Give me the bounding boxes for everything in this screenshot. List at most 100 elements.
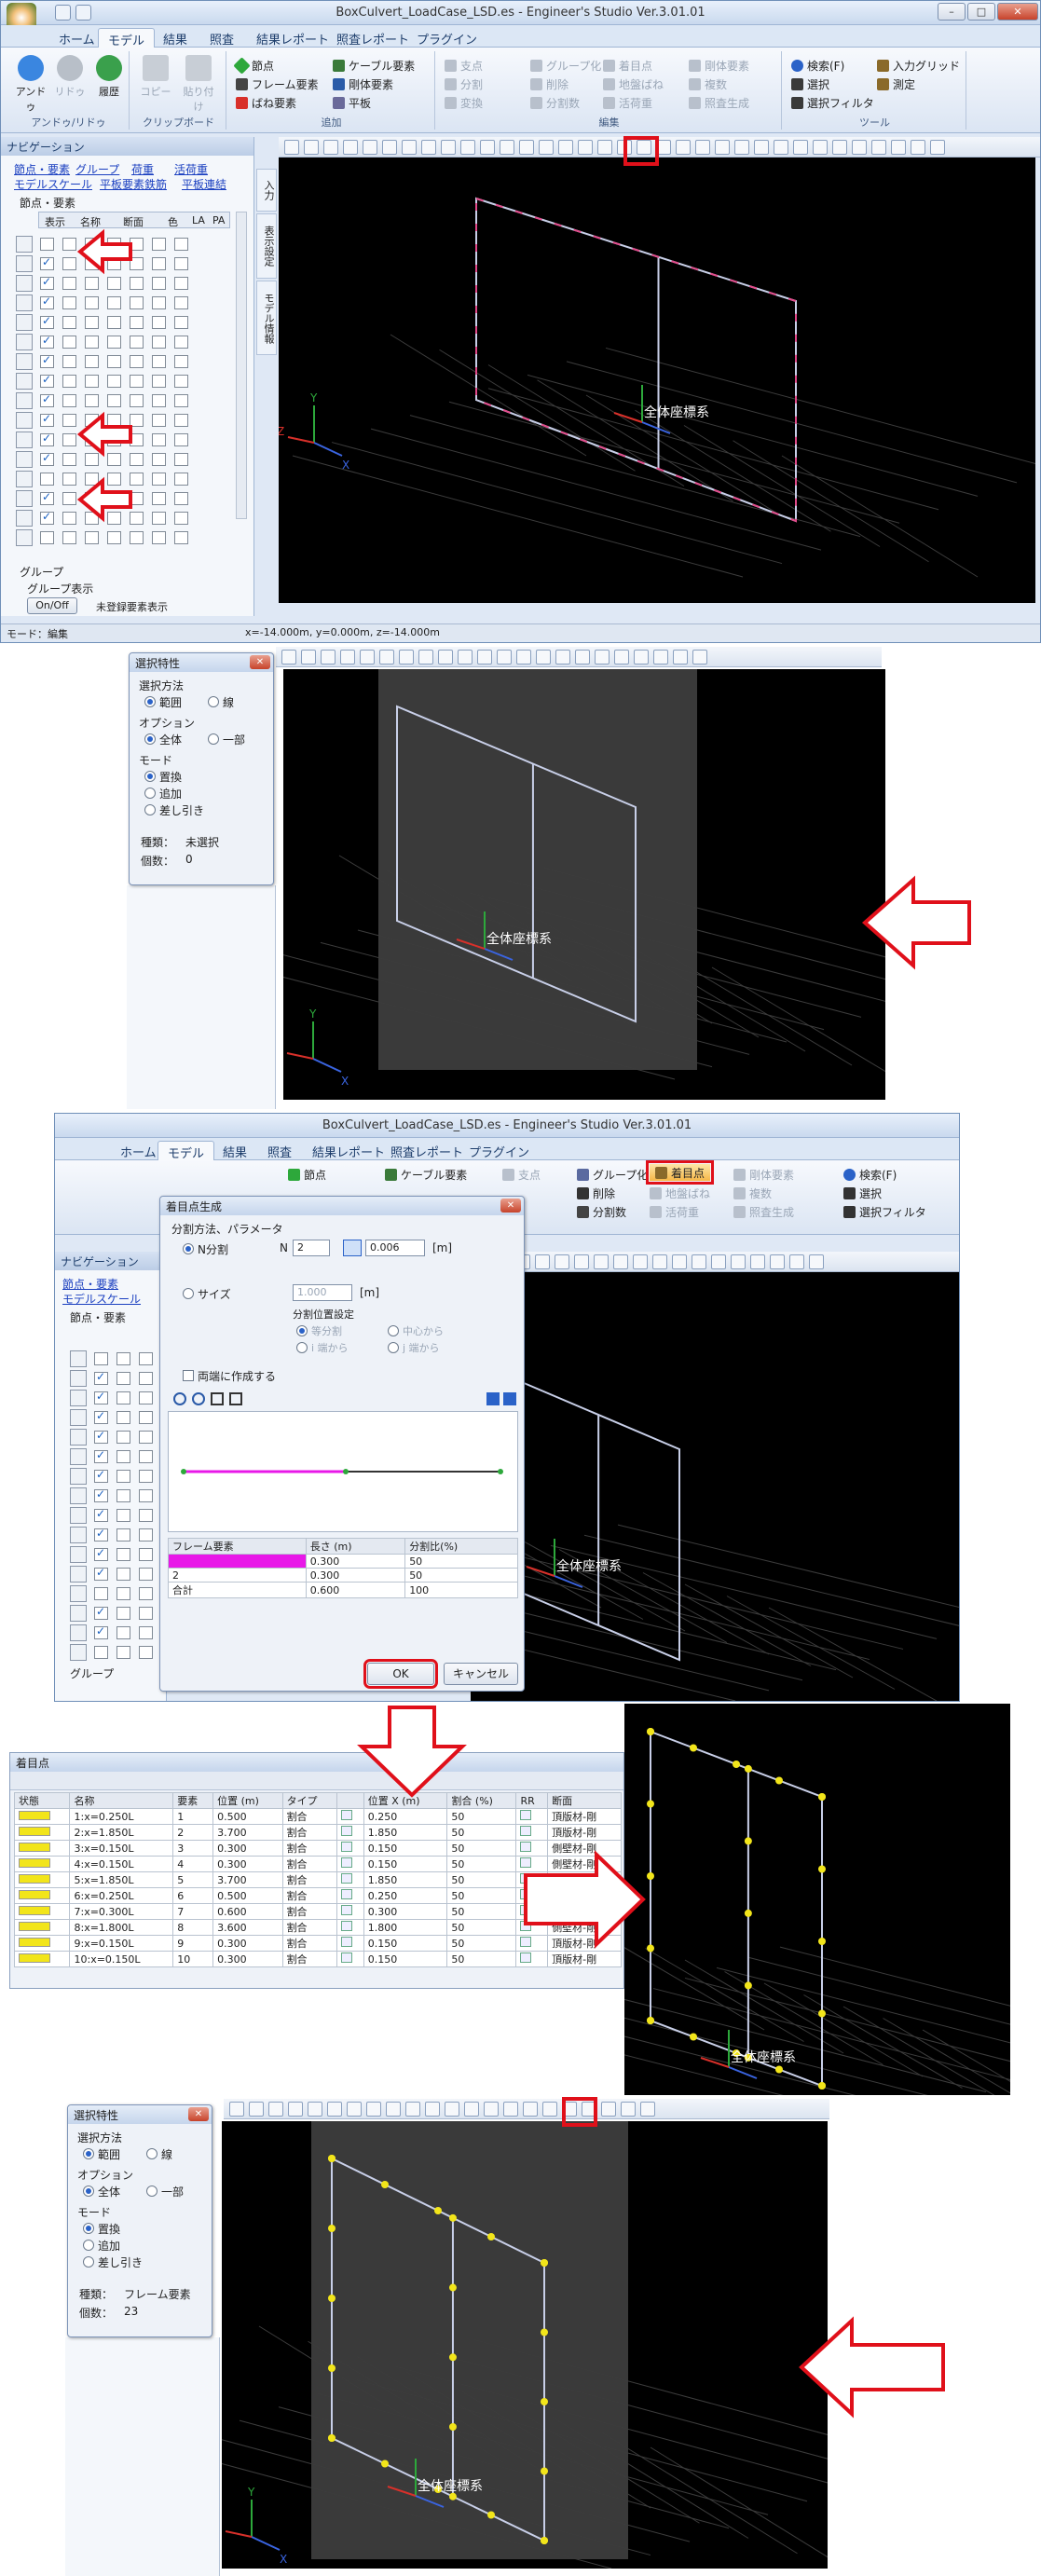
- duplicate-button[interactable]: 複数: [689, 75, 727, 92]
- toolbar-tool-icon[interactable]: [597, 140, 612, 155]
- display-checkbox[interactable]: [130, 277, 144, 290]
- tab-check-3[interactable]: 照査: [258, 1141, 301, 1160]
- live-load-button-3[interactable]: 活荷重: [650, 1203, 699, 1220]
- link-live-load[interactable]: 活荷重: [174, 161, 208, 177]
- toolbar-tool-icon[interactable]: [653, 650, 668, 665]
- split-button[interactable]: 分割: [445, 75, 483, 92]
- display-checkbox[interactable]: [130, 375, 144, 388]
- ground-spring-button-3[interactable]: 地盤ばね: [650, 1185, 710, 1201]
- display-checkbox[interactable]: [116, 1411, 130, 1424]
- display-checkbox[interactable]: [40, 275, 54, 290]
- display-checkbox[interactable]: [139, 1646, 153, 1659]
- table-row[interactable]: 7:x=0.300L 7 0.600 割合 0.300 50 側壁材-剛: [13, 1903, 622, 1920]
- display-checkbox[interactable]: [40, 510, 54, 525]
- display-checkbox[interactable]: [40, 473, 54, 486]
- display-checkbox[interactable]: [130, 296, 144, 309]
- display-checkbox[interactable]: [174, 277, 188, 290]
- display-checkbox[interactable]: [40, 373, 54, 388]
- display-checkbox[interactable]: [116, 1372, 130, 1385]
- search-button-3[interactable]: 検索(F): [843, 1166, 897, 1183]
- toolbar-tool-icon[interactable]: [555, 650, 570, 665]
- display-checkbox[interactable]: [107, 355, 121, 368]
- display-checkbox[interactable]: [116, 1587, 130, 1600]
- display-checkbox[interactable]: [139, 1587, 153, 1600]
- display-checkbox[interactable]: [85, 238, 99, 251]
- group-button-3[interactable]: グループ化: [577, 1166, 648, 1183]
- element-type-icon[interactable]: [16, 373, 33, 390]
- element-type-icon[interactable]: [70, 1487, 87, 1504]
- add-node-button[interactable]: 節点: [233, 56, 274, 75]
- display-checkbox[interactable]: [94, 1507, 108, 1522]
- toolbar-tool-icon[interactable]: [477, 650, 492, 665]
- display-checkbox[interactable]: [94, 1527, 108, 1541]
- element-type-icon[interactable]: [16, 392, 33, 409]
- display-checkbox[interactable]: [107, 531, 121, 544]
- display-checkbox[interactable]: [152, 433, 166, 446]
- add-plate-button[interactable]: 平板: [333, 94, 371, 111]
- element-type-icon[interactable]: [16, 451, 33, 468]
- toolbar-tool-icon[interactable]: [614, 650, 629, 665]
- display-checkbox[interactable]: [40, 334, 54, 349]
- tab-home[interactable]: ホーム: [49, 28, 104, 48]
- display-checkbox[interactable]: [174, 316, 188, 329]
- poi-header-cell[interactable]: 位置 (m): [212, 1792, 283, 1809]
- element-type-icon[interactable]: [70, 1448, 87, 1465]
- display-checkbox[interactable]: [139, 1509, 153, 1522]
- element-type-icon[interactable]: [70, 1624, 87, 1641]
- display-checkbox[interactable]: [62, 531, 76, 544]
- display-checkbox[interactable]: [174, 296, 188, 309]
- display-checkbox[interactable]: [116, 1548, 130, 1561]
- toolbar-tool-icon[interactable]: [308, 2102, 322, 2117]
- display-checkbox[interactable]: [40, 490, 54, 505]
- element-type-icon[interactable]: [70, 1585, 87, 1602]
- toolbar-tool-icon[interactable]: [402, 140, 417, 155]
- toolbar-tool-icon[interactable]: [601, 2102, 616, 2117]
- radio-line[interactable]: [208, 696, 219, 707]
- element-type-icon[interactable]: [16, 255, 33, 272]
- toolbar-tool-icon[interactable]: [832, 140, 847, 155]
- toolbar-tool-icon[interactable]: [418, 650, 433, 665]
- radio-equal[interactable]: [296, 1325, 308, 1336]
- display-checkbox[interactable]: [174, 238, 188, 251]
- side-tab-model-info[interactable]: モデル情報: [256, 281, 277, 355]
- display-checkbox[interactable]: [174, 473, 188, 486]
- display-checkbox[interactable]: [40, 531, 54, 544]
- toolbar-tool-icon[interactable]: [715, 140, 730, 155]
- toolbar-tool-icon[interactable]: [441, 140, 456, 155]
- display-checkbox[interactable]: [40, 295, 54, 309]
- ground-spring-button[interactable]: 地盤ばね: [603, 75, 664, 92]
- toolbar-tool-icon[interactable]: [229, 2102, 244, 2117]
- element-type-icon[interactable]: [70, 1468, 87, 1485]
- display-checkbox[interactable]: [62, 296, 76, 309]
- toolbar-tool-icon[interactable]: [633, 1254, 648, 1269]
- display-checkbox[interactable]: [174, 531, 188, 544]
- element-type-icon[interactable]: [70, 1507, 87, 1524]
- display-checkbox[interactable]: [62, 394, 76, 407]
- display-checkbox[interactable]: [139, 1352, 153, 1365]
- cancel-button[interactable]: キャンセル: [444, 1663, 518, 1685]
- element-type-icon[interactable]: [16, 295, 33, 311]
- toolbar-tool-icon[interactable]: [366, 2102, 381, 2117]
- import-icon[interactable]: [503, 1392, 516, 1405]
- radio-partial-2[interactable]: [146, 2185, 158, 2197]
- toolbar-tool-icon[interactable]: [852, 140, 867, 155]
- display-checkbox[interactable]: [130, 492, 144, 505]
- on-off-button[interactable]: On/Off: [27, 597, 77, 614]
- element-type-icon[interactable]: [16, 334, 33, 350]
- toolbar-tool-icon[interactable]: [754, 140, 769, 155]
- toolbar-tool-icon[interactable]: [652, 1254, 667, 1269]
- display-checkbox[interactable]: [62, 277, 76, 290]
- display-checkbox[interactable]: [152, 394, 166, 407]
- display-checkbox[interactable]: [116, 1509, 130, 1522]
- toolbar-tool-icon[interactable]: [438, 650, 453, 665]
- display-checkbox[interactable]: [94, 1370, 108, 1385]
- display-checkbox[interactable]: [130, 473, 144, 486]
- display-checkbox[interactable]: [85, 375, 99, 388]
- display-checkbox[interactable]: [62, 316, 76, 329]
- toolbar-tool-icon[interactable]: [574, 1254, 589, 1269]
- display-checkbox[interactable]: [152, 414, 166, 427]
- select-button[interactable]: 選択: [791, 75, 829, 92]
- toolbar-tool-icon[interactable]: [535, 1254, 550, 1269]
- link-model-scale[interactable]: モデルスケール: [14, 176, 92, 192]
- display-checkbox[interactable]: [152, 296, 166, 309]
